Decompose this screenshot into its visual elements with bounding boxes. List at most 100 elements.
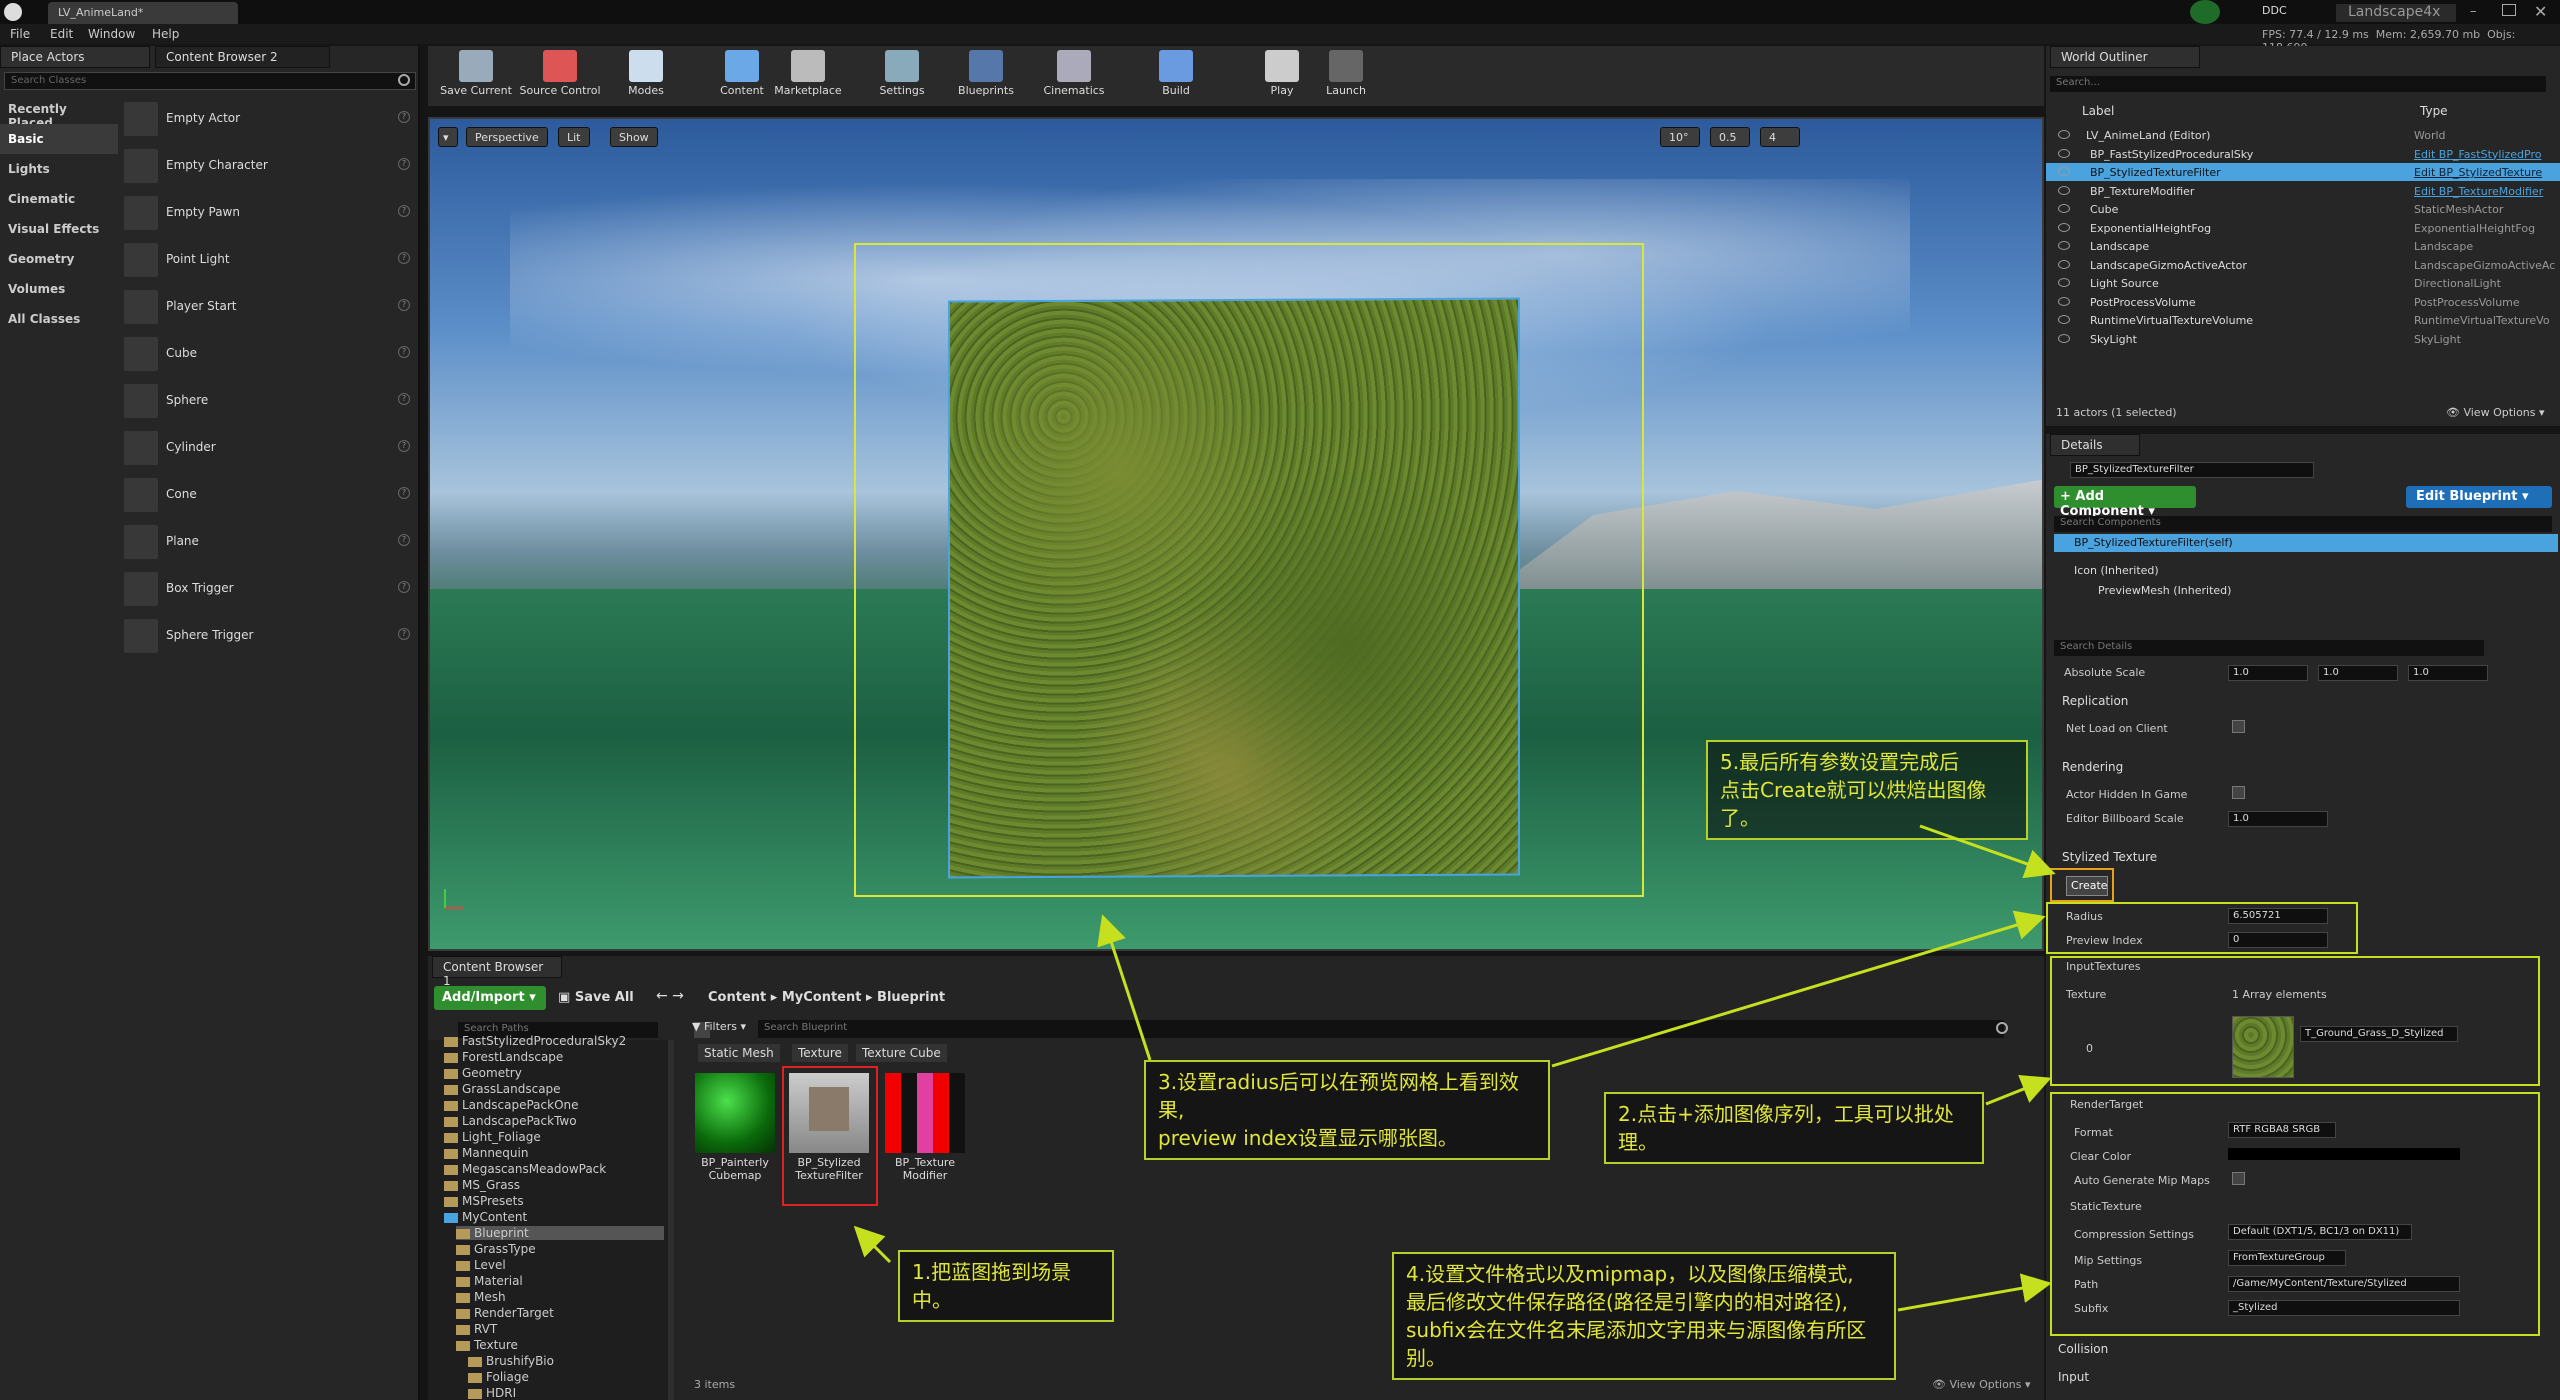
actor-item[interactable]: Plane? <box>124 519 414 565</box>
menu-file[interactable]: File <box>10 27 30 41</box>
maximize-button[interactable] <box>2502 4 2516 16</box>
level-tab[interactable]: LV_AnimeLand* <box>48 2 238 24</box>
snap-angle[interactable]: 10° <box>1660 127 1700 147</box>
visibility-icon[interactable] <box>2058 167 2070 176</box>
visibility-icon[interactable] <box>2058 259 2070 269</box>
filters-button[interactable]: ▼ Filters ▾ <box>692 1020 752 1038</box>
actor-item[interactable]: Player Start? <box>124 284 414 330</box>
visibility-icon[interactable] <box>2058 130 2070 139</box>
help-icon[interactable]: ? <box>398 440 410 452</box>
component-preview-mesh[interactable]: PreviewMesh (Inherited) <box>2098 584 2231 597</box>
breadcrumb-content[interactable]: Content <box>708 990 766 1005</box>
category-recently-placed[interactable]: Recently Placed <box>0 94 118 130</box>
toolbar-build-button[interactable]: Build <box>1140 48 1212 104</box>
scale-y[interactable]: 1.0 <box>2318 665 2398 681</box>
toolbar-launch-button[interactable]: Launch <box>1310 48 1382 104</box>
category-visual-effects[interactable]: Visual Effects <box>0 214 118 244</box>
actor-item[interactable]: Box Trigger? <box>124 566 414 612</box>
breadcrumb-mycontent[interactable]: MyContent <box>782 990 862 1005</box>
folder-item[interactable]: Mannequin <box>444 1146 664 1160</box>
folder-item[interactable]: LandscapePackOne <box>444 1098 664 1112</box>
actor-item[interactable]: Point Light? <box>124 237 414 283</box>
filter-static-mesh[interactable]: Static Mesh <box>698 1044 780 1062</box>
search-classes-input[interactable]: Search Classes <box>4 72 416 90</box>
outliner-row[interactable]: BP_StylizedTextureFilter Edit BP_Stylized… <box>2046 163 2560 181</box>
help-icon[interactable]: ? <box>398 487 410 499</box>
visibility-icon[interactable] <box>2058 204 2070 213</box>
breadcrumb-blueprint[interactable]: Blueprint <box>877 990 945 1005</box>
lit-button[interactable]: Lit <box>558 127 590 147</box>
folder-item[interactable]: MegascansMeadowPack <box>444 1162 664 1176</box>
help-icon[interactable]: ? <box>398 111 410 123</box>
perspective-button[interactable]: Perspective <box>466 127 548 147</box>
add-import-button[interactable]: Add/Import ▾ <box>434 986 546 1010</box>
outliner-row[interactable]: RuntimeVirtualTextureVolume RuntimeVirtua… <box>2046 311 2560 329</box>
hidden-checkbox[interactable] <box>2232 786 2245 799</box>
category-volumes[interactable]: Volumes <box>0 274 118 304</box>
toolbar-settings-button[interactable]: Settings <box>866 48 938 104</box>
folder-item[interactable]: GrassLandscape <box>444 1082 664 1096</box>
component-icon[interactable]: Icon (Inherited) <box>2074 564 2159 577</box>
close-button[interactable]: ✕ <box>2534 2 2550 21</box>
asset-bp-texture-modifier[interactable]: BP_Texture Modifier <box>882 1070 968 1202</box>
menu-help[interactable]: Help <box>152 27 179 41</box>
help-icon[interactable]: ? <box>398 205 410 217</box>
toolbar-cinematics-button[interactable]: Cinematics <box>1038 48 1110 104</box>
folder-item[interactable]: HDRI <box>468 1386 664 1400</box>
folder-item[interactable]: ForestLandscape <box>444 1050 664 1064</box>
folder-item[interactable]: Mesh <box>456 1290 664 1304</box>
folder-item[interactable]: MyContent <box>444 1210 664 1224</box>
folder-item[interactable]: BrushifyBio <box>468 1354 664 1368</box>
toolbar-save-current-button[interactable]: Save Current <box>430 48 522 104</box>
help-icon[interactable]: ? <box>398 393 410 405</box>
tab-details[interactable]: Details <box>2050 434 2140 456</box>
visibility-icon[interactable] <box>2058 241 2070 250</box>
tab-content-browser-1[interactable]: Content Browser 1 <box>432 956 562 988</box>
preview-mesh-texture[interactable] <box>948 297 1520 879</box>
folder-item[interactable]: GrassType <box>456 1242 664 1256</box>
outliner-row[interactable]: Light Source DirectionalLight <box>2046 274 2560 292</box>
toolbar-source-control-button[interactable]: Source Control <box>514 48 606 104</box>
viewport-menu-button[interactable]: ▾ <box>438 127 458 147</box>
tab-content-browser-2[interactable]: Content Browser 2 <box>155 46 330 68</box>
toolbar-modes-button[interactable]: Modes <box>610 48 682 104</box>
visibility-icon[interactable] <box>2058 315 2070 324</box>
visibility-icon[interactable] <box>2058 185 2070 195</box>
tab-world-outliner[interactable]: World Outliner <box>2050 46 2200 68</box>
outliner-type[interactable]: Edit BP_TextureModifier <box>2414 185 2543 198</box>
billboard-field[interactable]: 1.0 <box>2228 811 2328 827</box>
menu-edit[interactable]: Edit <box>50 27 73 41</box>
actor-item[interactable]: Empty Character? <box>124 143 414 189</box>
snap-scale[interactable]: 0.5 <box>1710 127 1750 147</box>
actor-item[interactable]: Sphere Trigger? <box>124 613 414 659</box>
folder-item[interactable]: Light_Foliage <box>444 1130 664 1144</box>
visibility-icon[interactable] <box>2058 296 2070 306</box>
col-type[interactable]: Type <box>2420 104 2448 118</box>
asset-bp-painterly-cubemap[interactable]: BP_Painterly Cubemap <box>692 1070 778 1202</box>
outliner-row[interactable]: LandscapeGizmoActiveActor LandscapeGizmoA… <box>2046 256 2560 274</box>
visibility-icon[interactable] <box>2058 148 2070 158</box>
actor-item[interactable]: Sphere? <box>124 378 414 424</box>
folder-item[interactable]: Texture <box>456 1338 664 1352</box>
category-lights[interactable]: Lights <box>0 154 118 184</box>
component-self[interactable]: BP_StylizedTextureFilter(self) <box>2054 534 2558 552</box>
category-cinematic[interactable]: Cinematic <box>0 184 118 214</box>
outliner-row[interactable]: BP_TextureModifier Edit BP_TextureModifie… <box>2046 182 2560 200</box>
toolbar-content-button[interactable]: Content <box>706 48 778 104</box>
menu-window[interactable]: Window <box>88 27 135 41</box>
actor-item[interactable]: Cylinder? <box>124 425 414 471</box>
history-nav[interactable]: ← → <box>656 988 684 1004</box>
search-components-input[interactable]: Search Components <box>2054 516 2552 532</box>
folder-item[interactable]: MSPresets <box>444 1194 664 1208</box>
col-label[interactable]: Label <box>2082 104 2114 118</box>
scale-x[interactable]: 1.0 <box>2228 665 2308 681</box>
category-geometry[interactable]: Geometry <box>0 244 118 274</box>
toolbar-blueprints-button[interactable]: Blueprints <box>950 48 1022 104</box>
help-icon[interactable]: ? <box>398 346 410 358</box>
folder-item[interactable]: Material <box>456 1274 664 1288</box>
filter-texture[interactable]: Texture <box>792 1044 848 1062</box>
visibility-icon[interactable] <box>2058 278 2070 287</box>
help-icon[interactable]: ? <box>398 534 410 546</box>
search-details-input[interactable]: Search Details <box>2054 640 2484 656</box>
folder-item[interactable]: RVT <box>456 1322 664 1336</box>
